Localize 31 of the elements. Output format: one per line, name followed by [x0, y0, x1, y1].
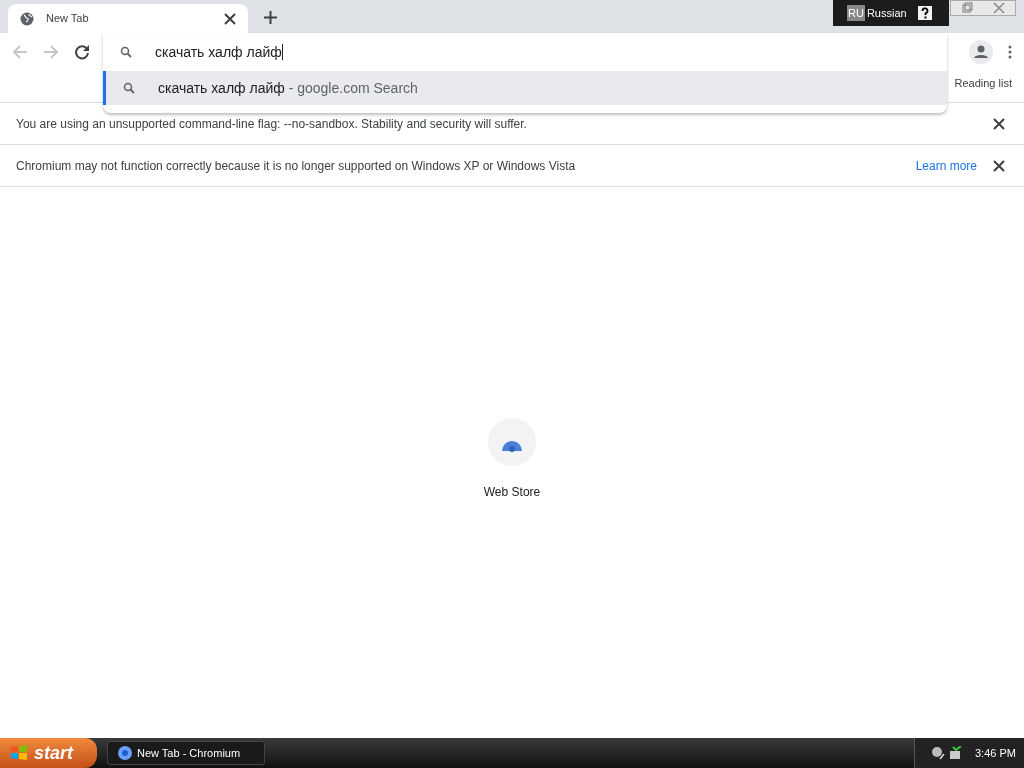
- omnibox-field[interactable]: скачать халф лайф: [103, 33, 947, 71]
- taskbar-button[interactable]: New Tab - Chromium: [107, 741, 265, 765]
- globe-icon: [20, 11, 34, 26]
- close-icon[interactable]: [993, 117, 1005, 130]
- menu-icon[interactable]: [1008, 45, 1012, 59]
- search-icon: [120, 46, 132, 58]
- language-name[interactable]: Russian: [866, 4, 907, 22]
- omnibox-text: скачать халф лайф: [155, 42, 282, 62]
- shortcut-tile-icon[interactable]: [488, 418, 536, 466]
- text-caret: [281, 44, 283, 60]
- browser-tab[interactable]: New Tab: [8, 4, 248, 33]
- infobar-message: You are using an unsupported command-line flag: --no-sandbox. Stability and security will suffer.: [16, 115, 528, 133]
- close-icon[interactable]: [224, 12, 236, 25]
- clock: 3:46 PM: [975, 745, 1016, 761]
- language-code[interactable]: RU: [847, 4, 865, 22]
- tab-title: New Tab: [46, 11, 90, 27]
- plus-icon[interactable]: [264, 11, 277, 24]
- suggestion-text: скачать халф лайф - google.com Search: [158, 78, 418, 98]
- reading-list-button[interactable]: Reading list: [954, 75, 1012, 92]
- infobar-message: Chromium may not function correctly because it is no longer supported on Windows XP or Windows Vista: [16, 157, 577, 175]
- profile-icon[interactable]: [969, 40, 993, 64]
- browser-icon: [118, 746, 132, 760]
- search-icon: [123, 82, 135, 94]
- close-icon[interactable]: [993, 159, 1005, 172]
- windows-logo-icon: [10, 744, 28, 762]
- network-icon[interactable]: [949, 746, 963, 760]
- learn-more-link[interactable]: Learn more: [915, 156, 977, 175]
- suggestion-row[interactable]: скачать халф лайф - google.com Search: [103, 71, 947, 105]
- reload-icon[interactable]: [74, 44, 90, 60]
- help-icon[interactable]: [917, 6, 932, 20]
- shortcut-label[interactable]: Web Store: [483, 483, 541, 501]
